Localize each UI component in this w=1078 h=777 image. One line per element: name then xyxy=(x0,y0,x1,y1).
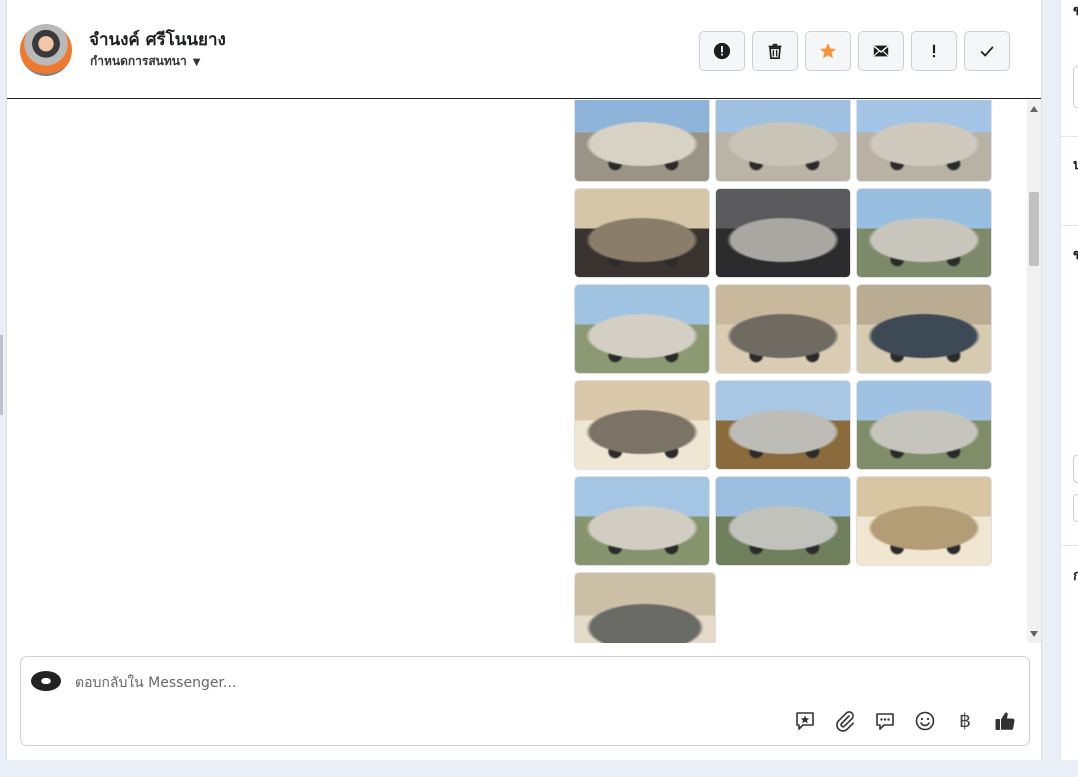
photo-attachment[interactable] xyxy=(574,188,710,278)
photo-attachment[interactable] xyxy=(715,100,851,182)
sidebar-field[interactable] xyxy=(1073,494,1078,522)
thumbs-up-icon xyxy=(995,712,1015,730)
scroll-thumb[interactable] xyxy=(1029,192,1039,266)
left-edge-handle xyxy=(0,335,3,415)
sidebar-label-fragment: ก xyxy=(1073,565,1078,587)
envelope-icon xyxy=(873,45,889,57)
smile-icon xyxy=(915,711,935,731)
photo-attachment[interactable] xyxy=(715,380,851,470)
photo-attachment[interactable] xyxy=(574,476,710,566)
message-thread[interactable] xyxy=(7,100,1027,643)
scroll-down-arrow[interactable] xyxy=(1030,631,1038,637)
quick-reply-button[interactable] xyxy=(873,709,897,733)
delete-button[interactable] xyxy=(752,31,798,71)
reply-input[interactable] xyxy=(73,671,777,695)
exclamation-circle-icon xyxy=(713,42,731,60)
sidebar-label-fragment: ป xyxy=(1073,154,1078,176)
assign-label: กำหนดการสนทนา xyxy=(90,54,187,68)
caret-down-icon: ▼ xyxy=(192,57,201,68)
contact-avatar[interactable] xyxy=(20,24,72,76)
spam-button[interactable] xyxy=(699,31,745,71)
photo-attachment[interactable] xyxy=(574,284,710,374)
star-bubble-icon xyxy=(796,712,814,730)
scroll-up-arrow[interactable] xyxy=(1030,106,1038,112)
header-actions xyxy=(699,31,1010,71)
composer-tools: ฿ xyxy=(793,709,1017,733)
star-icon xyxy=(820,43,836,59)
photo-attachment[interactable] xyxy=(856,100,992,182)
exclamation-icon xyxy=(932,44,936,58)
mark-unread-button[interactable] xyxy=(858,31,904,71)
sidebar-input[interactable] xyxy=(1073,66,1078,108)
sidebar-divider xyxy=(1061,136,1078,137)
chat-bubble-icon xyxy=(876,713,894,730)
check-icon xyxy=(980,46,994,57)
contact-name[interactable]: จำนงค์ ศรีโนนยาง xyxy=(89,26,226,53)
sidebar-divider xyxy=(1061,225,1078,226)
thread-scrollbar[interactable] xyxy=(1027,100,1041,643)
bottom-strip xyxy=(0,760,1078,777)
photo-attachment[interactable] xyxy=(715,476,851,566)
sidebar-heading-fragment: ข xyxy=(1073,0,1078,22)
saved-reply-button[interactable] xyxy=(793,709,817,733)
sidebar-label-fragment: ข xyxy=(1073,244,1078,266)
follow-up-button[interactable] xyxy=(911,31,957,71)
details-sidebar: ข ป ข ก xyxy=(1060,0,1078,760)
baht-icon: ฿ xyxy=(958,710,972,732)
assign-conversation-dropdown[interactable]: กำหนดการสนทนา ▼ xyxy=(90,52,200,71)
conversation-panel: จำนงค์ ศรีโนนยาง กำหนดการสนทนา ▼ ตอบกลับ… xyxy=(6,0,1042,760)
photo-attachment[interactable] xyxy=(574,100,710,182)
photo-attachment[interactable] xyxy=(856,380,992,470)
mark-done-button[interactable] xyxy=(964,31,1010,71)
sidebar-divider xyxy=(1061,545,1078,546)
photo-attachment[interactable] xyxy=(574,380,710,470)
trash-icon xyxy=(768,43,782,60)
emoji-button[interactable] xyxy=(913,709,937,733)
photo-grid xyxy=(574,100,994,643)
photo-attachment[interactable] xyxy=(856,476,992,566)
conversation-header: จำนงค์ ศรีโนนยาง กำหนดการสนทนา ▼ xyxy=(7,0,1041,99)
photo-attachment[interactable] xyxy=(715,188,851,278)
photo-attachment[interactable] xyxy=(856,188,992,278)
sidebar-field[interactable] xyxy=(1073,455,1078,483)
star-button[interactable] xyxy=(805,31,851,71)
paperclip-icon xyxy=(836,711,854,732)
reply-composer: ฿ xyxy=(20,656,1030,746)
payment-button[interactable]: ฿ xyxy=(953,709,977,733)
photo-attachment[interactable] xyxy=(715,284,851,374)
photo-attachment[interactable] xyxy=(856,284,992,374)
photo-attachment[interactable] xyxy=(574,572,716,643)
page-avatar xyxy=(31,671,61,691)
like-button[interactable] xyxy=(993,709,1017,733)
attach-button[interactable] xyxy=(833,709,857,733)
